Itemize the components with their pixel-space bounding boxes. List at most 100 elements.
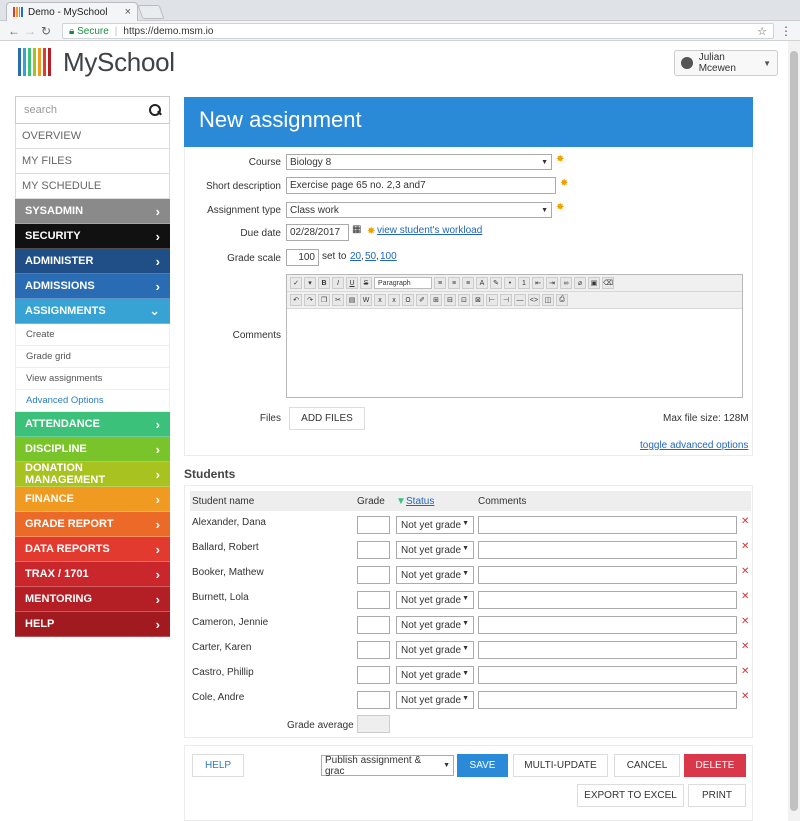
scale-50-link[interactable]: 50 (365, 251, 376, 262)
outdent-icon[interactable]: ⇤ (532, 277, 544, 289)
comment-input[interactable] (478, 541, 737, 559)
underline-icon[interactable]: U (346, 277, 358, 289)
back-arrow-icon[interactable]: ← (6, 24, 22, 38)
comment-input[interactable] (478, 616, 737, 634)
forward-arrow-icon[interactable]: → (22, 24, 38, 38)
close-tab-icon[interactable]: × (125, 6, 131, 18)
comment-input[interactable] (478, 691, 737, 709)
grade-input[interactable] (357, 691, 390, 709)
sidebar-item-overview[interactable]: OVERVIEW (15, 124, 170, 149)
grade-input[interactable] (357, 641, 390, 659)
status-select[interactable]: Not yet grade ▼ (396, 616, 474, 634)
status-select[interactable]: Not yet grade ▼ (396, 516, 474, 534)
comment-input[interactable] (478, 666, 737, 684)
align-center-icon[interactable]: ≡ (448, 277, 460, 289)
sidebar-item-mentoring[interactable]: MENTORING › (15, 587, 170, 612)
numbered-list-icon[interactable]: 1 (518, 277, 530, 289)
browser-menu-icon[interactable]: ⋮ (780, 24, 792, 38)
sidebar-item-assignments[interactable]: ASSIGNMENTS ⌄ (15, 299, 170, 324)
copy-icon[interactable]: ❐ (318, 294, 330, 306)
search-input[interactable]: search (24, 104, 57, 116)
preview-icon[interactable]: ◫ (542, 294, 554, 306)
comment-input[interactable] (478, 516, 737, 534)
delete-button[interactable]: DELETE (684, 754, 746, 777)
remove-icon[interactable]: ✕ (741, 591, 749, 602)
sidebar-item-discipline[interactable]: DISCIPLINE › (15, 437, 170, 462)
status-select[interactable]: Not yet grade ▼ (396, 666, 474, 684)
view-workload-link[interactable]: view student's workload (377, 225, 482, 236)
sidebar-item-attendance[interactable]: ATTENDANCE › (15, 412, 170, 437)
remove-icon[interactable]: ✕ (741, 691, 749, 702)
font-color-icon[interactable]: A (476, 277, 488, 289)
reload-icon[interactable]: ↻ (38, 24, 54, 38)
print-button[interactable]: PRINT (688, 784, 746, 807)
link-icon[interactable]: ∞ (560, 277, 572, 289)
toggle-advanced-link[interactable]: toggle advanced options (640, 440, 748, 451)
help-button[interactable]: HELP (192, 754, 244, 777)
format-select[interactable]: Paragraph (374, 277, 432, 289)
remove-icon[interactable]: ✕ (741, 541, 749, 552)
grade-input[interactable] (357, 591, 390, 609)
calendar-icon[interactable]: ▦ (352, 224, 361, 235)
col-status[interactable]: Status (406, 496, 434, 507)
status-select[interactable]: Not yet grade ▼ (396, 566, 474, 584)
browser-tab[interactable]: Demo - MySchool × (6, 2, 138, 21)
highlight-icon[interactable]: ✎ (490, 277, 502, 289)
sidebar-item-donation-management[interactable]: DONATION MANAGEMENT › (15, 462, 170, 487)
add-files-button[interactable]: ADD FILES (289, 407, 365, 430)
hr-icon[interactable]: ― (514, 294, 526, 306)
redo-icon[interactable]: ↷ (304, 294, 316, 306)
description-input[interactable]: Exercise page 65 no. 2,3 and7 (286, 177, 556, 194)
html-icon[interactable]: <> (528, 294, 540, 306)
remove-icon[interactable]: ✕ (741, 616, 749, 627)
sort-icon[interactable]: ▼ (396, 496, 406, 507)
table-icon[interactable]: ⊞ (430, 294, 442, 306)
status-select[interactable]: Not yet grade ▼ (396, 591, 474, 609)
sidebar-item-security[interactable]: SECURITY › (15, 224, 170, 249)
url-field[interactable]: 🔒︎ Secure | https://demo.msm.io ☆ (62, 23, 774, 39)
superscript-icon[interactable]: x (388, 294, 400, 306)
comments-editor[interactable]: ✓ ▾ B I U S Paragraph ≡ ≡ ≡ A ✎ • 1 ⇤ ⇥ … (286, 274, 743, 398)
grade-scale-input[interactable]: 100 (286, 249, 319, 266)
subscript-icon[interactable]: x (374, 294, 386, 306)
bold-icon[interactable]: B (318, 277, 330, 289)
comment-input[interactable] (478, 566, 737, 584)
table-col-icon[interactable]: ⊡ (458, 294, 470, 306)
remove-icon[interactable]: ✕ (741, 516, 749, 527)
app-logo[interactable]: MySchool (18, 47, 175, 77)
paste-word-icon[interactable]: W (360, 294, 372, 306)
italic-icon[interactable]: I (332, 277, 344, 289)
new-tab-button[interactable] (137, 5, 165, 19)
course-select[interactable]: Biology 8 ▼ (286, 154, 552, 170)
sidebar-search[interactable]: search (15, 96, 170, 124)
paste-icon[interactable]: ▤ (346, 294, 358, 306)
cut-icon[interactable]: ✂ (332, 294, 344, 306)
cancel-button[interactable]: CANCEL (614, 754, 680, 777)
dropdown-icon[interactable]: ▾ (304, 277, 316, 289)
sidebar-item-sysadmin[interactable]: SYSADMIN › (15, 199, 170, 224)
sidebar-item-finance[interactable]: FINANCE › (15, 487, 170, 512)
grade-input[interactable] (357, 616, 390, 634)
edit-icon[interactable]: ✐ (416, 294, 428, 306)
scale-100-link[interactable]: 100 (380, 251, 397, 262)
multi-update-button[interactable]: MULTI-UPDATE (513, 754, 608, 777)
save-button[interactable]: SAVE (457, 754, 508, 777)
strikethrough-icon[interactable]: S (360, 277, 372, 289)
indent-icon[interactable]: ⇥ (546, 277, 558, 289)
remove-icon[interactable]: ✕ (741, 666, 749, 677)
print-icon[interactable]: ⎙ (556, 294, 568, 306)
grade-input[interactable] (357, 666, 390, 684)
status-select[interactable]: Not yet grade ▼ (396, 641, 474, 659)
export-excel-button[interactable]: EXPORT TO EXCEL (577, 784, 684, 807)
subnav-create[interactable]: Create (15, 324, 170, 346)
search-icon[interactable] (149, 104, 161, 116)
special-char-icon[interactable]: Ω (402, 294, 414, 306)
grade-input[interactable] (357, 516, 390, 534)
sidebar-item-trax-1701[interactable]: TRAX / 1701 › (15, 562, 170, 587)
sidebar-item-data-reports[interactable]: DATA REPORTS › (15, 537, 170, 562)
unlink-icon[interactable]: ⌀ (574, 277, 586, 289)
remove-icon[interactable]: ✕ (741, 566, 749, 577)
sidebar-item-help[interactable]: HELP › (15, 612, 170, 637)
scrollbar-thumb[interactable] (790, 51, 798, 811)
table-row-icon[interactable]: ⊟ (444, 294, 456, 306)
